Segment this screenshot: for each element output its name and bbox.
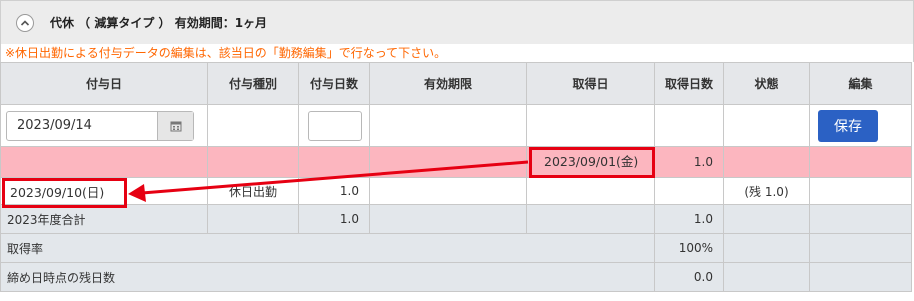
panel-title: 代休 （ 減算タイプ ） 有効期間：1ヶ月 — [50, 16, 268, 30]
acquired-date-cell — [526, 104, 655, 147]
acquired-days-cell — [654, 104, 724, 147]
grant-date-input[interactable]: 2023/09/14 — [6, 110, 194, 141]
rate-row: 取得率 100% — [0, 233, 912, 263]
panel-header: 代休 （ 減算タイプ ） 有効期間：1ヶ月 — [0, 0, 914, 44]
grant-type-cell — [207, 104, 299, 147]
col-grant-date: 付与日 — [0, 62, 208, 105]
col-expiry: 有効期限 — [369, 62, 527, 105]
grant-type: 休日出勤 — [207, 177, 299, 205]
remaining-value: 0.0 — [654, 262, 724, 292]
col-grant-days: 付与日数 — [298, 62, 370, 105]
acquired-date: 2023/09/01(金) — [544, 154, 639, 169]
remaining-label: 締め日時点の残日数 — [0, 262, 655, 292]
acquired-row: 1.0 — [0, 146, 912, 178]
grant-days-cell — [298, 104, 370, 147]
yearly-acquired-days: 1.0 — [654, 204, 724, 234]
edit-notice: ※休日出勤による付与データの編集は、該当日の「勤務編集」で行なって下さい。 — [0, 44, 914, 62]
col-edit: 編集 — [809, 62, 912, 105]
collapse-button[interactable] — [16, 13, 34, 32]
grant-days-input[interactable] — [308, 110, 362, 141]
grant-days: 1.0 — [298, 177, 370, 205]
edit-cell: 保存 — [809, 104, 912, 147]
acquired-date-highlight: 2023/09/01(金) — [529, 147, 655, 178]
rate-value: 100% — [654, 233, 724, 263]
chevron-up-icon — [20, 19, 30, 26]
yearly-total-row: 2023年度合計 1.0 1.0 — [0, 204, 912, 234]
col-status: 状態 — [723, 62, 810, 105]
col-acquired-days: 取得日数 — [654, 62, 724, 105]
expiry-cell — [369, 104, 527, 147]
calendar-button[interactable] — [157, 111, 193, 140]
save-button[interactable]: 保存 — [818, 109, 878, 142]
remaining-row: 締め日時点の残日数 0.0 — [0, 262, 912, 292]
grant-date-highlight: 2023/09/10(日) — [2, 178, 127, 208]
grant-date-value[interactable]: 2023/09/14 — [7, 112, 157, 140]
status-remaining: (残 1.0) — [723, 177, 810, 205]
col-grant-type: 付与種別 — [207, 62, 299, 105]
rate-label: 取得率 — [0, 233, 655, 263]
input-row: 2023/09/14 保存 — [0, 104, 912, 147]
status-cell — [723, 104, 810, 147]
leave-table: 付与日 付与種別 付与日数 有効期限 取得日 取得日数 状態 編集 2023/0… — [0, 62, 912, 292]
table-header-row: 付与日 付与種別 付与日数 有効期限 取得日 取得日数 状態 編集 — [0, 62, 912, 105]
grant-date: 2023/09/10(日) — [10, 185, 105, 200]
grant-date-cell: 2023/09/14 — [0, 104, 208, 147]
col-acquired-date: 取得日 — [526, 62, 655, 105]
grant-row: 休日出勤 1.0 (残 1.0) — [0, 177, 912, 205]
calendar-icon — [170, 121, 181, 131]
acquired-days: 1.0 — [654, 146, 724, 178]
yearly-grant-days: 1.0 — [298, 204, 370, 234]
yearly-total-label: 2023年度合計 — [0, 204, 208, 234]
